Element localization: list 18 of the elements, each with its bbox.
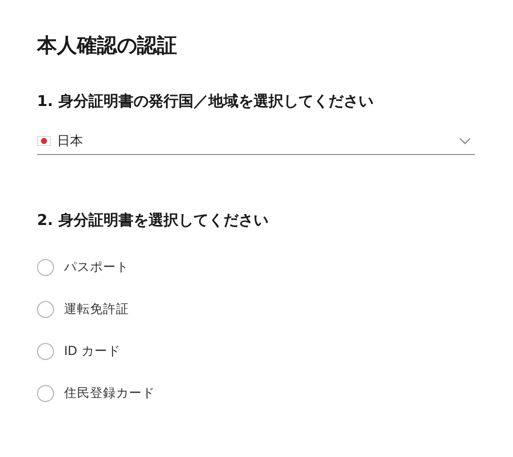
radio-option[interactable]: 住民登録カード	[37, 381, 475, 405]
option-label: 運転免許証	[64, 300, 129, 318]
radio-button[interactable]	[37, 258, 54, 276]
radio-button[interactable]	[37, 342, 54, 360]
radio-option[interactable]: 運転免許証	[37, 297, 475, 321]
radio-option[interactable]: ID カード	[37, 339, 475, 363]
radio-button[interactable]	[37, 384, 54, 402]
section-heading: 2. 身分証明書を選択してください	[37, 210, 270, 231]
chevron-down-icon	[459, 137, 471, 145]
option-label: ID カード	[64, 342, 120, 360]
radio-button[interactable]	[37, 300, 54, 318]
option-label: 住民登録カード	[64, 384, 155, 402]
page-title: 本人確認の認証	[37, 32, 178, 59]
option-label: パスポート	[64, 258, 129, 276]
flag-icon	[37, 136, 51, 146]
country-dropdown[interactable]: 日本	[37, 132, 475, 155]
section-heading: 1. 身分証明書の発行国／地域を選択してください	[37, 91, 374, 112]
radio-option[interactable]: パスポート	[37, 255, 475, 279]
